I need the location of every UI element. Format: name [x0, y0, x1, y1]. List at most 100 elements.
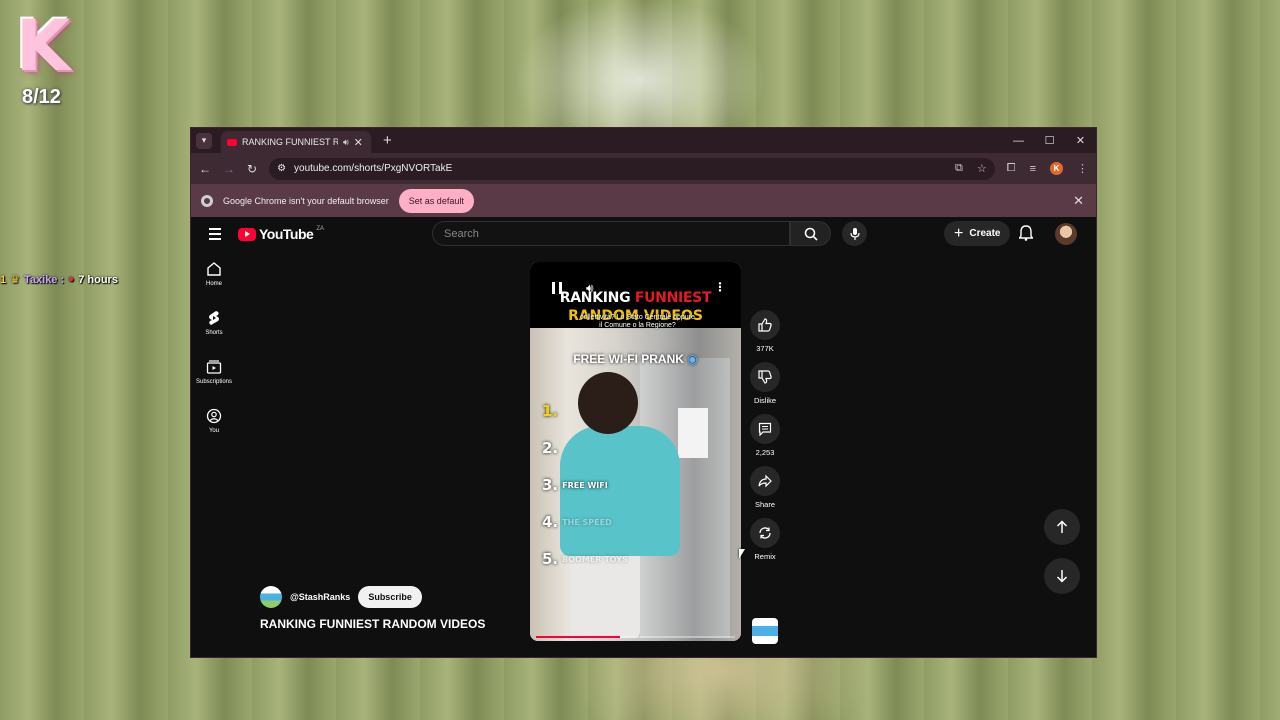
forward-icon[interactable]: → [223, 162, 235, 176]
url-text: youtube.com/shorts/PxgNVORTakE [294, 163, 453, 174]
scene-title-text: FREE WI-FI PRANK [573, 352, 684, 366]
like-button[interactable]: 377K [748, 310, 782, 362]
sidebar-item-you[interactable]: You [191, 408, 237, 457]
window-close-icon[interactable]: ✕ [1065, 128, 1096, 153]
channel-info: @StashRanks Subscribe [260, 586, 422, 608]
youtube-favicon-icon [227, 138, 237, 146]
window-controls: — ☐ ✕ [1003, 128, 1096, 153]
dislike-icon [758, 370, 772, 384]
rank-item: 4. THE SPEED [542, 513, 612, 531]
arrow-down-icon [1056, 570, 1068, 583]
shorts-icon [209, 311, 219, 325]
person-head-graphic [578, 372, 638, 434]
rank-number: 5. [542, 550, 559, 568]
short-video-player[interactable]: RANKING FUNNIEST RANDOM VIDEOS collettiv… [530, 262, 741, 641]
comment-icon [758, 422, 772, 436]
progress-fill [536, 636, 620, 638]
paper-graphic [678, 408, 708, 458]
subscriptions-icon [206, 360, 222, 374]
chat-badge: 1 [0, 273, 7, 286]
share-label: Share [754, 500, 775, 509]
mouse-cursor [739, 549, 745, 559]
chrome-menu-icon[interactable]: ⋮ [1077, 162, 1088, 175]
infobar-close-icon[interactable]: ✕ [1073, 193, 1084, 209]
remix-icon [759, 527, 771, 539]
sidebar-item-shorts[interactable]: Shorts [191, 310, 237, 359]
sidebar-item-home[interactable]: Home [191, 261, 237, 310]
youtube-logo[interactable]: YouTube ZA [238, 226, 324, 242]
mini-guide: Home Shorts Subscriptions You [191, 261, 237, 457]
extensions-icon[interactable]: ⧠ [1007, 162, 1016, 175]
channel-avatar[interactable] [260, 586, 282, 608]
channel-thumbnail[interactable] [752, 618, 778, 644]
share-icon [758, 474, 772, 488]
maximize-icon[interactable]: ☐ [1034, 128, 1065, 153]
previous-short-button[interactable] [1044, 509, 1080, 545]
back-icon[interactable]: ← [199, 162, 211, 176]
tab-search-button[interactable]: ▾ [196, 132, 212, 149]
overlay-title-red: FUNNIEST [634, 290, 712, 306]
browser-window: ▾ RANKING FUNNIEST RAND 🔊︎ ✕ + — ☐ ✕ ← →… [190, 127, 1097, 658]
microphone-icon [849, 227, 860, 240]
youtube-play-icon [238, 227, 256, 241]
set-as-default-button[interactable]: Set as default [398, 188, 474, 213]
rank-item: 5. BOOMER TOYS [542, 550, 628, 568]
video-title[interactable]: RANKING FUNNIEST RANDOM VIDEOS [260, 617, 485, 631]
rank-number: 2. [542, 439, 559, 457]
create-label: Create [969, 228, 1001, 239]
speaker-icon[interactable]: 🔊︎ [343, 137, 349, 148]
infobar-message: Google Chrome isn't your default browser [223, 195, 389, 206]
subscribe-button[interactable]: Subscribe [358, 586, 422, 608]
tab-title: RANKING FUNNIEST RAND [242, 137, 338, 147]
youtube-page: YouTube ZA Search + Create Home Shorts S… [191, 217, 1096, 657]
profile-avatar[interactable]: K [1050, 162, 1063, 175]
voice-search-button[interactable] [842, 221, 867, 246]
next-short-button[interactable] [1044, 558, 1080, 594]
video-progress-bar[interactable] [536, 636, 735, 638]
dislike-label: Dislike [753, 396, 777, 405]
minimize-icon[interactable]: — [1003, 128, 1034, 153]
rank-item: 1. [542, 402, 558, 420]
pause-icon[interactable] [552, 282, 562, 294]
sidebar-label: Shorts [205, 330, 223, 336]
crown-icon: ♛ [10, 274, 20, 286]
youtube-masthead: YouTube ZA Search + Create [191, 217, 1096, 253]
close-tab-icon[interactable]: ✕ [354, 136, 363, 149]
share-button[interactable]: Share [748, 466, 782, 518]
install-app-icon[interactable]: ⧉ [955, 162, 963, 175]
channel-name[interactable]: @StashRanks [290, 592, 350, 602]
active-tab[interactable]: RANKING FUNNIEST RAND 🔊︎ ✕ [221, 131, 371, 153]
sidebar-label: You [208, 428, 220, 434]
like-icon [758, 318, 772, 332]
rank-text: BOOMER TOYS [562, 555, 628, 564]
volume-icon[interactable]: 🔊︎ [586, 281, 594, 296]
overlay-title-white: RANKING [559, 290, 631, 306]
search-input[interactable]: Search [432, 221, 790, 246]
menu-icon[interactable] [209, 228, 221, 243]
search-icon [804, 227, 818, 241]
create-button[interactable]: + Create [944, 221, 1011, 246]
more-options-icon[interactable]: ⋮ [714, 280, 726, 294]
new-tab-button[interactable]: + [383, 132, 392, 149]
reload-icon[interactable]: ↻ [247, 162, 257, 176]
search-button[interactable] [790, 221, 831, 246]
you-icon [206, 408, 222, 424]
site-info-icon[interactable]: ⚙ [277, 163, 286, 174]
rank-text: THE SPEED [562, 518, 612, 527]
account-avatar[interactable] [1055, 223, 1077, 245]
tab-strip: ▾ RANKING FUNNIEST RAND 🔊︎ ✕ + — ☐ ✕ [191, 128, 1096, 153]
media-controls-icon[interactable]: ≡ [1030, 163, 1036, 175]
sidebar-item-subscriptions[interactable]: Subscriptions [191, 359, 237, 408]
rank-number: 3. [542, 476, 559, 494]
browser-toolbar: ← → ↻ ⚙ youtube.com/shorts/PxgNVORTakE ⧉… [191, 153, 1096, 184]
remix-button[interactable]: Remix [748, 518, 782, 570]
rank-text: FREE WIFI [562, 481, 608, 490]
comments-button[interactable]: 2,253 [748, 414, 782, 466]
chrome-logo-icon [201, 194, 213, 207]
short-actions: 377K Dislike 2,253 Share Remix [748, 310, 782, 570]
chat-message: 1 ♛ Taxike : ● 7 hours [0, 273, 118, 287]
notifications-icon[interactable] [1019, 225, 1033, 241]
bookmark-star-icon[interactable]: ☆ [977, 162, 987, 175]
dislike-button[interactable]: Dislike [748, 362, 782, 414]
address-bar[interactable]: ⚙ youtube.com/shorts/PxgNVORTakE ⧉ ☆ [269, 157, 995, 180]
